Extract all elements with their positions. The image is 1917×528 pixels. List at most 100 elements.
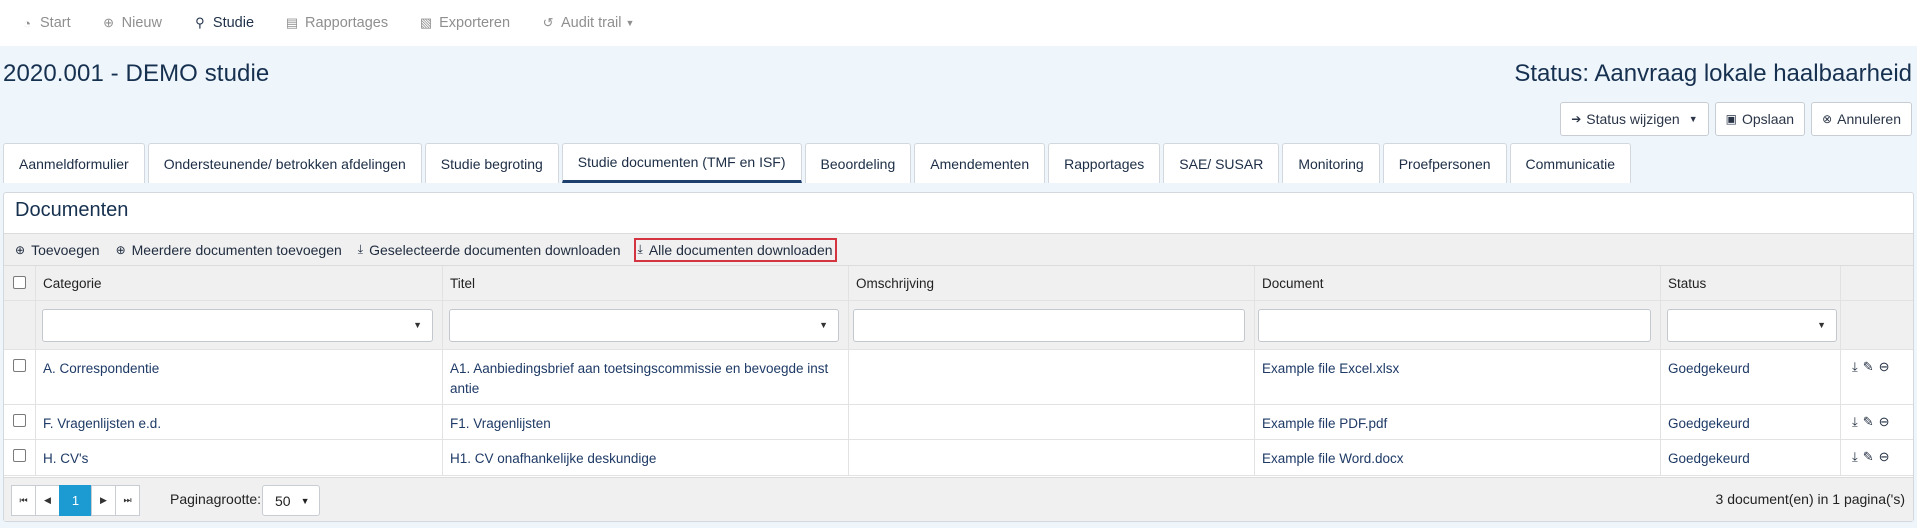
download-selected-label: Geselecteerde documenten downloaden xyxy=(369,241,621,258)
download-all-label: Alle documenten downloaden xyxy=(648,241,833,258)
cell-omschrijving xyxy=(849,440,1255,475)
tab-sae-susar[interactable]: SAE/ SUSAR xyxy=(1163,143,1280,183)
pager-info: 3 document(en) in 1 pagina('s) xyxy=(1715,491,1905,507)
first-page-button[interactable]: ⏮ xyxy=(11,485,36,516)
column-header-titel[interactable]: Titel xyxy=(443,266,849,300)
document-link[interactable]: Example file Excel.xlsx xyxy=(1262,359,1652,379)
select-all-checkbox[interactable] xyxy=(13,276,26,289)
column-header-status[interactable]: Status xyxy=(1661,266,1841,300)
row-actions: ⤓ ✎ ⊖ xyxy=(1852,449,1890,465)
row-checkbox[interactable] xyxy=(13,359,26,372)
file-download-icon: ⤓ xyxy=(357,242,364,256)
filter-titel-select[interactable]: ▼ xyxy=(449,309,839,342)
page-size-select[interactable]: 50 ▼ xyxy=(262,485,320,516)
filter-omschrijving-input[interactable] xyxy=(853,309,1245,342)
tab-aanmeldformulier[interactable]: Aanmeldformulier xyxy=(3,143,145,183)
nav-rapportages[interactable]: ▤ Rapportages xyxy=(285,15,388,31)
caret-right-icon: ▶ xyxy=(100,495,107,505)
tab-ondersteunende-afdelingen[interactable]: Ondersteunende/ betrokken afdelingen xyxy=(147,143,422,183)
file-download-icon[interactable]: ⤓ xyxy=(1852,359,1858,375)
edit-icon[interactable]: ✎ xyxy=(1863,359,1874,375)
filter-status-select[interactable]: ▼ xyxy=(1667,309,1837,342)
document-link[interactable]: Example file PDF.pdf xyxy=(1262,414,1652,434)
nav-audit-trail[interactable]: ↺ Audit trail ▼ xyxy=(541,15,635,31)
add-button[interactable]: ⊕ Toevoegen xyxy=(12,238,103,262)
filter-spacer-actions xyxy=(1841,301,1913,349)
edit-icon[interactable]: ✎ xyxy=(1863,449,1874,465)
column-header-document[interactable]: Document xyxy=(1255,266,1661,300)
nav-start[interactable]: ◔ Start xyxy=(20,15,71,31)
documents-grid: Categorie Titel Omschrijving Document St… xyxy=(4,266,1913,476)
categorie-text: F. Vragenlijsten e.d. xyxy=(43,416,162,431)
current-page-button[interactable]: 1 xyxy=(59,485,92,516)
status-text: Goedgekeurd xyxy=(1668,416,1750,431)
cell-categorie: F. Vragenlijsten e.d. xyxy=(36,405,443,439)
page-size-value: 50 xyxy=(275,492,291,509)
first-page-icon: ⏮ xyxy=(19,495,28,505)
table-row[interactable]: F. Vragenlijsten e.d. F1. Vragenlijsten … xyxy=(4,405,1913,440)
report-icon: ▤ xyxy=(285,15,299,30)
document-link[interactable]: Example file Word.docx xyxy=(1262,449,1652,469)
chevron-down-icon: ▼ xyxy=(1817,320,1826,330)
panel-title: Documenten xyxy=(15,199,129,221)
add-multiple-button[interactable]: ⊕ Meerdere documenten toevoegen xyxy=(113,238,345,262)
next-page-button[interactable]: ▶ xyxy=(91,485,116,516)
status-text: Goedgekeurd xyxy=(1668,361,1750,376)
tab-rapportages[interactable]: Rapportages xyxy=(1048,143,1161,183)
cell-document: Example file Word.docx xyxy=(1255,440,1661,475)
cancel-button[interactable]: ⊗ Annuleren xyxy=(1811,102,1912,136)
tab-studie-documenten[interactable]: Studie documenten (TMF en ISF) xyxy=(561,143,802,183)
filter-document-input[interactable] xyxy=(1258,309,1651,342)
cell-titel: F1. Vragenlijsten xyxy=(443,405,849,439)
nav-exporteren-label: Exporteren xyxy=(439,15,511,31)
nav-studie[interactable]: ⚲ Studie xyxy=(193,15,254,31)
tab-monitoring[interactable]: Monitoring xyxy=(1282,143,1380,183)
column-header-omschrijving[interactable]: Omschrijving xyxy=(849,266,1255,300)
file-download-icon[interactable]: ⤓ xyxy=(1852,414,1858,430)
chevron-down-icon: ▼ xyxy=(413,320,422,330)
tab-amendementen[interactable]: Amendementen xyxy=(914,143,1046,183)
minus-circle-icon[interactable]: ⊖ xyxy=(1879,414,1890,430)
tab-communicatie[interactable]: Communicatie xyxy=(1509,143,1632,183)
prev-page-button[interactable]: ◀ xyxy=(35,485,60,516)
minus-circle-icon[interactable]: ⊖ xyxy=(1879,449,1890,465)
nav-studie-label: Studie xyxy=(212,15,255,31)
zoom-in-icon: ⊕ xyxy=(103,15,115,30)
nav-exporteren[interactable]: ▧ Exporteren xyxy=(419,15,510,31)
tab-studie-begroting[interactable]: Studie begroting xyxy=(424,143,559,183)
titel-text: H1. CV onafhankelijke deskundige xyxy=(450,451,657,466)
status-change-button[interactable]: ➔ Status wijzigen ▼ xyxy=(1560,102,1709,136)
download-all-button[interactable]: ⤓ Alle documenten downloaden xyxy=(633,237,837,262)
cell-omschrijving xyxy=(849,350,1255,404)
edit-icon[interactable]: ✎ xyxy=(1863,414,1874,430)
download-selected-button[interactable]: ⤓ Geselecteerde documenten downloaden xyxy=(355,238,624,262)
cell-document: Example file PDF.pdf xyxy=(1255,405,1661,439)
cell-status: Goedgekeurd xyxy=(1661,405,1841,439)
cell-status: Goedgekeurd xyxy=(1661,440,1841,475)
nav-nieuw[interactable]: ⊕ Nieuw xyxy=(102,15,162,31)
row-checkbox[interactable] xyxy=(13,449,26,462)
grid-header-row: Categorie Titel Omschrijving Document St… xyxy=(4,266,1913,301)
cancel-label: Annuleren xyxy=(1837,111,1901,127)
tab-proefpersonen[interactable]: Proefpersonen xyxy=(1382,143,1507,183)
table-row[interactable]: A. Correspondentie A1. Aanbiedingsbrief … xyxy=(4,350,1913,405)
add-label: Toevoegen xyxy=(31,241,100,258)
table-row[interactable]: H. CV's H1. CV onafhankelijke deskundige… xyxy=(4,440,1913,476)
arrow-circle-right-icon: ➔ xyxy=(1571,112,1582,126)
page-size-label: Paginagrootte: xyxy=(170,491,262,507)
row-select-cell xyxy=(4,350,36,404)
cell-omschrijving xyxy=(849,405,1255,439)
add-multiple-label: Meerdere documenten toevoegen xyxy=(131,241,342,258)
last-page-button[interactable]: ⏭ xyxy=(115,485,140,516)
cell-titel: A1. Aanbiedingsbrief aan toetsingscommis… xyxy=(443,350,849,404)
file-download-icon[interactable]: ⤓ xyxy=(1852,449,1858,465)
minus-circle-icon[interactable]: ⊖ xyxy=(1879,359,1890,375)
tab-beoordeling[interactable]: Beoordeling xyxy=(804,143,912,183)
times-circle-icon: ⊗ xyxy=(1822,112,1833,126)
filter-categorie-select[interactable]: ▼ xyxy=(42,309,433,342)
row-checkbox[interactable] xyxy=(13,414,26,427)
page-title: 2020.001 - DEMO studie xyxy=(3,60,270,87)
filter-cell-categorie: ▼ xyxy=(36,301,443,349)
column-header-categorie[interactable]: Categorie xyxy=(36,266,443,300)
save-button[interactable]: ▣ Opslaan xyxy=(1714,102,1806,136)
